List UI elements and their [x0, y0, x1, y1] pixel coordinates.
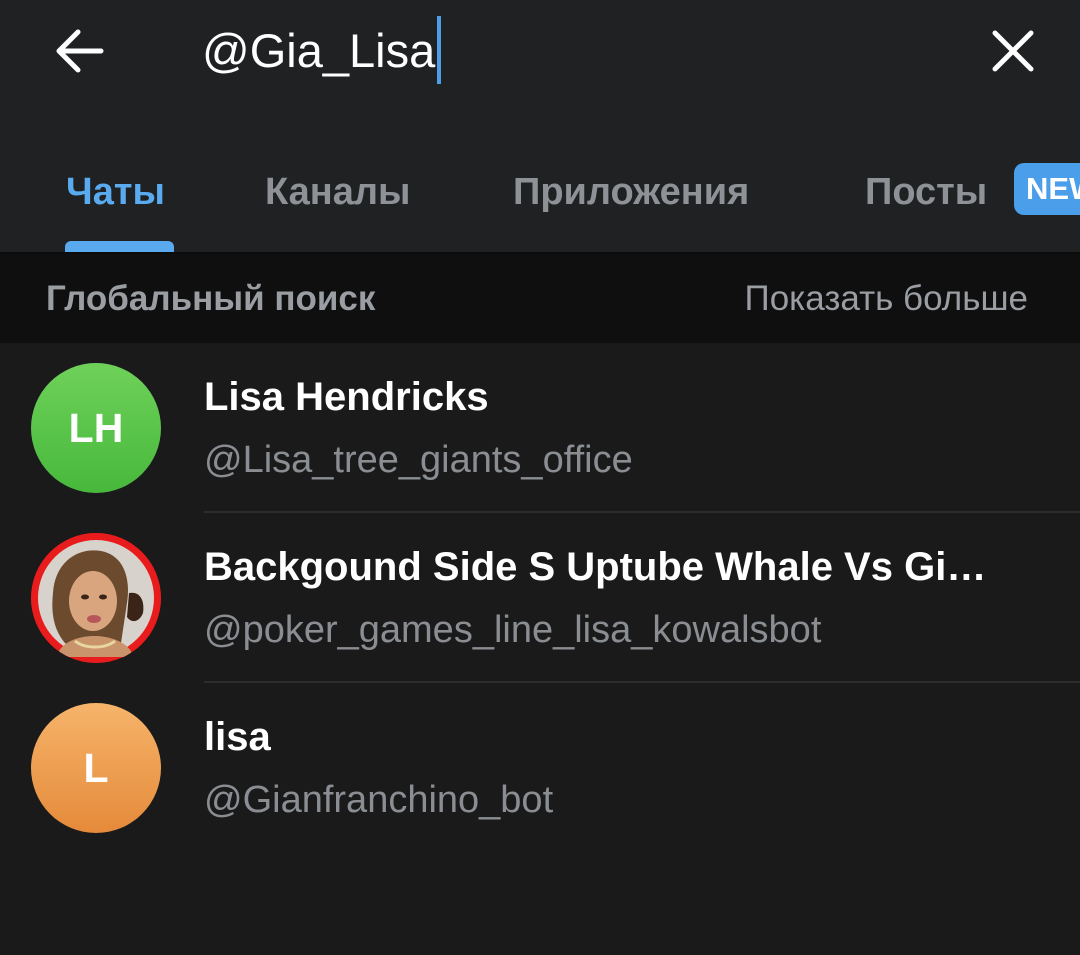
tab-chats[interactable]: Чаты — [66, 166, 165, 218]
list-item[interactable]: Backgound Side S Uptube Whale Vs Gi… @po… — [0, 513, 1080, 683]
search-header: @Gia_Lisa Чаты Каналы Приложения Посты N… — [0, 0, 1080, 252]
list-item[interactable]: LH Lisa Hendricks @Lisa_tree_giants_offi… — [0, 343, 1080, 513]
result-name: Lisa Hendricks — [204, 375, 489, 419]
search-input[interactable]: @Gia_Lisa — [202, 14, 442, 86]
show-more-link[interactable]: Показать больше — [745, 254, 1028, 343]
close-icon — [992, 30, 1034, 72]
list-item[interactable]: L lisa @Gianfranchino_bot — [0, 683, 1080, 853]
result-username: @Lisa_tree_giants_office — [204, 439, 633, 481]
section-title: Глобальный поиск — [46, 279, 376, 318]
tab-apps[interactable]: Приложения — [513, 166, 749, 218]
back-button[interactable] — [46, 20, 112, 82]
result-username: @Gianfranchino_bot — [204, 779, 554, 821]
avatar: LH — [31, 363, 161, 493]
active-tab-indicator — [65, 241, 174, 252]
new-badge: NEW — [1014, 163, 1080, 215]
result-name: lisa — [204, 715, 271, 759]
arrow-left-icon — [56, 29, 104, 73]
tab-posts[interactable]: Посты — [865, 166, 987, 218]
avatar: L — [31, 703, 161, 833]
global-search-section-header: Глобальный поиск Показать больше — [0, 254, 1080, 343]
text-cursor — [437, 16, 442, 84]
result-username: @poker_games_line_lisa_kowalsbot — [204, 609, 822, 651]
clear-search-button[interactable] — [980, 20, 1046, 82]
avatar-photo — [31, 533, 161, 663]
result-name: Backgound Side S Uptube Whale Vs Gi… — [204, 545, 987, 589]
tab-channels[interactable]: Каналы — [265, 166, 410, 218]
avatar — [31, 533, 161, 663]
search-query[interactable]: @Gia_Lisa — [202, 27, 435, 74]
